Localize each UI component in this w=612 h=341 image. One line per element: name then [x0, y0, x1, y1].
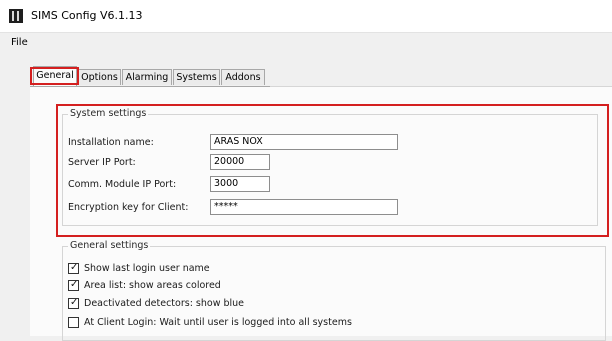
- option-label: Deactivated detectors: show blue: [84, 298, 245, 309]
- menu-bar: File: [0, 33, 612, 53]
- tab-general-highlight: [30, 67, 79, 85]
- title-bar: SIMS Config V6.1.13: [0, 0, 612, 33]
- option-label: At Client Login: Wait until user is logg…: [84, 317, 352, 328]
- app-icon: [9, 9, 23, 23]
- checkbox[interactable]: ✓: [68, 297, 79, 309]
- server-ip-port-field[interactable]: 20000: [210, 154, 270, 170]
- comm-module-ip-port-label: Comm. Module IP Port:: [68, 179, 177, 190]
- encryption-key-label: Encryption key for Client:: [68, 202, 189, 213]
- encryption-key-field[interactable]: *****: [210, 199, 398, 215]
- installation-name-label: Installation name:: [68, 137, 154, 148]
- checkbox[interactable]: ✓: [68, 279, 79, 291]
- general-settings-legend: General settings: [68, 240, 151, 251]
- checkbox[interactable]: ✓: [68, 262, 79, 274]
- menu-file[interactable]: File: [11, 37, 28, 48]
- server-ip-port-label: Server IP Port:: [68, 157, 136, 168]
- checkmark-icon: ✓: [70, 262, 79, 273]
- checkbox[interactable]: [68, 317, 79, 328]
- tab-options[interactable]: Options: [78, 69, 121, 85]
- checkmark-icon: ✓: [70, 297, 79, 308]
- window-title: SIMS Config V6.1.13: [31, 9, 143, 22]
- checkmark-icon: ✓: [70, 279, 79, 290]
- comm-module-ip-port-field[interactable]: 3000: [210, 176, 270, 192]
- installation-name-field[interactable]: ARAS NOX: [210, 134, 398, 150]
- tab-systems[interactable]: Systems: [173, 69, 220, 85]
- tab-addons[interactable]: Addons: [221, 69, 265, 85]
- tab-alarming[interactable]: Alarming: [122, 69, 172, 85]
- option-label: Area list: show areas colored: [84, 280, 221, 291]
- tab-strip-baseline: [270, 86, 612, 87]
- system-settings-highlight: [56, 104, 609, 237]
- option-label: Show last login user name: [84, 263, 210, 274]
